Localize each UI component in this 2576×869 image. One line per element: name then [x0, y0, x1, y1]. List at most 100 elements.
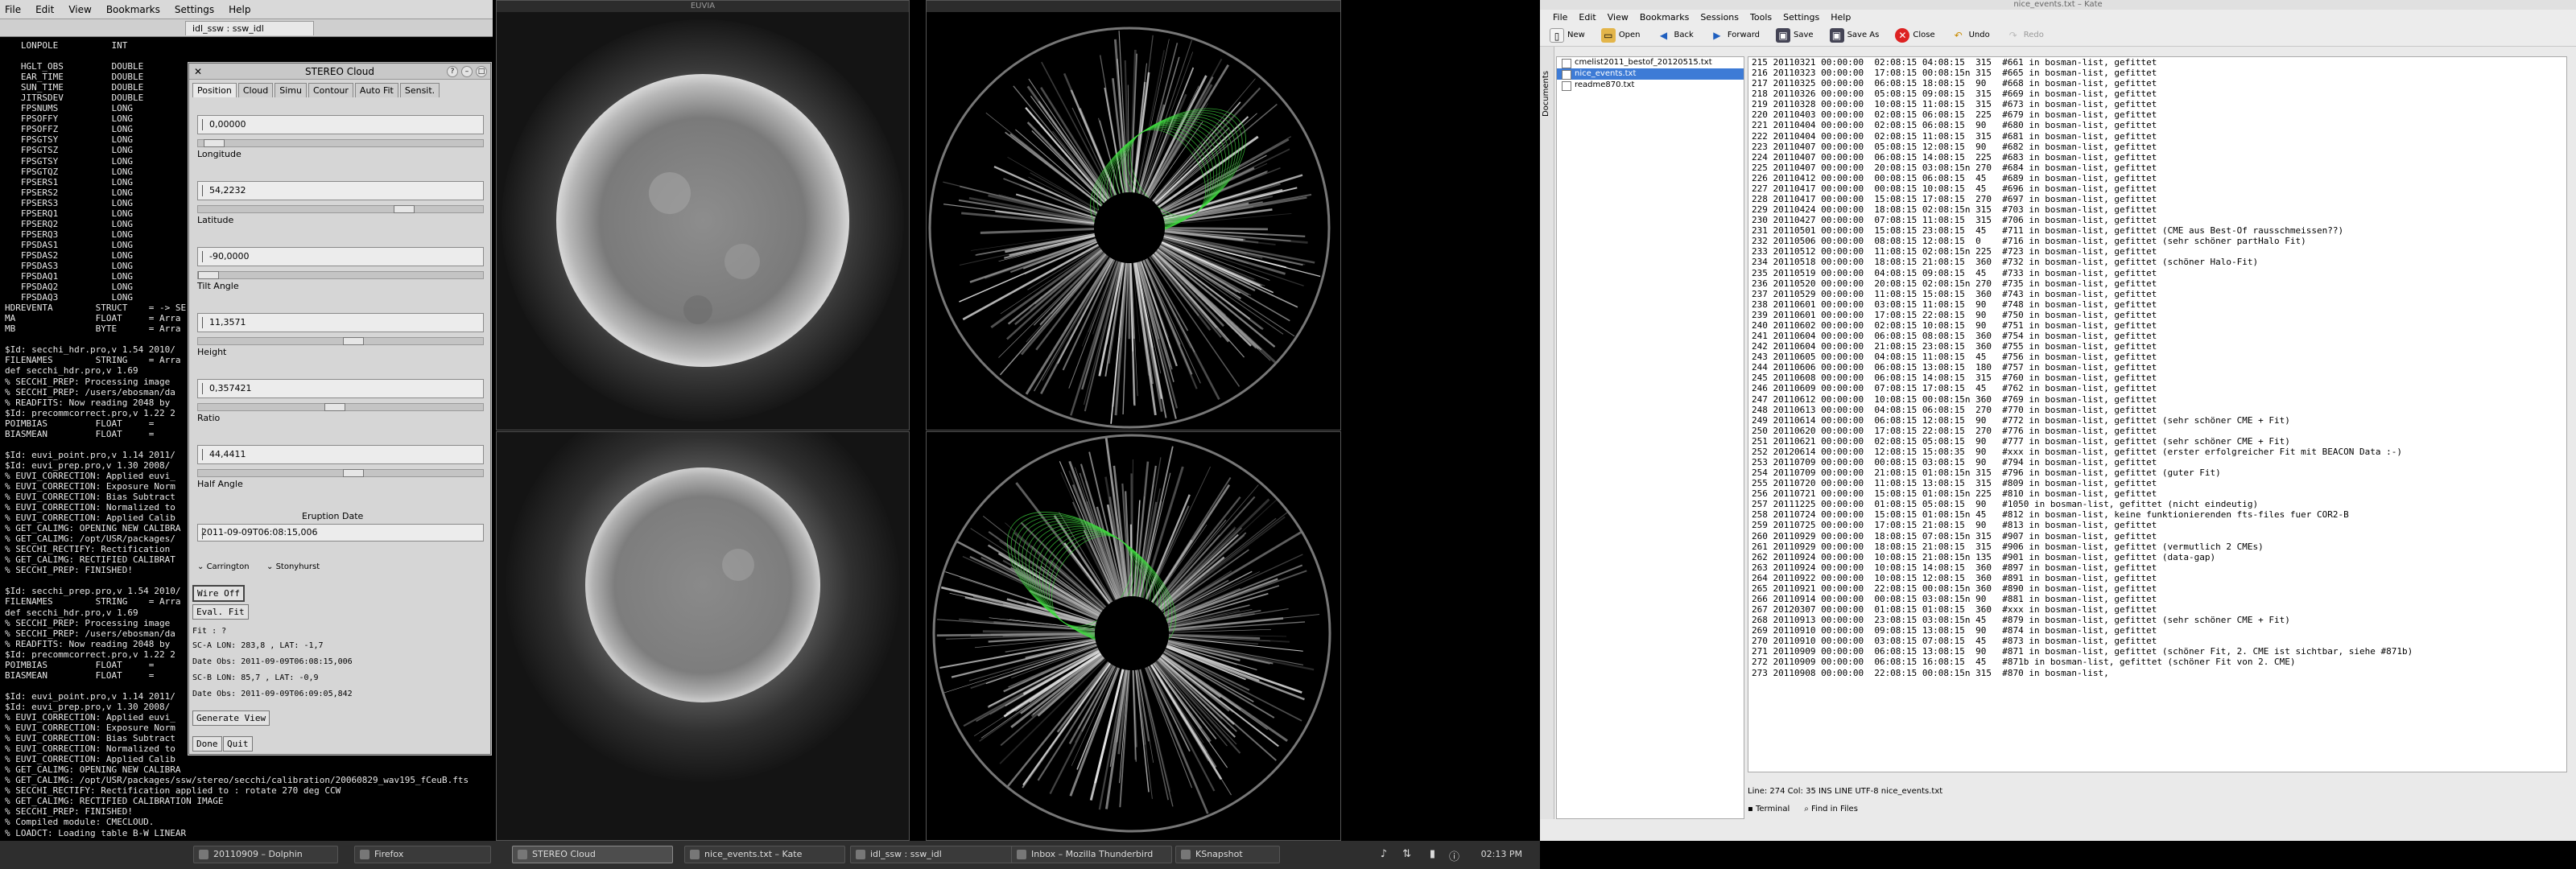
terminal-menu-edit[interactable]: Edit	[35, 4, 54, 15]
eval-fit-button[interactable]: Eval. Fit	[192, 604, 249, 620]
documents-sidebar-tab[interactable]: Documents	[1542, 71, 1550, 117]
editor-line[interactable]: 223 20110407 00:00:00 05:08:15 12:08:15 …	[1748, 142, 2566, 152]
slider-thumb[interactable]	[343, 469, 365, 477]
editor-line[interactable]: 239 20110601 00:00:00 17:08:15 22:08:15 …	[1748, 310, 2566, 320]
volume-icon[interactable]: ♪	[1381, 848, 1387, 860]
editor-line[interactable]: 262 20110924 00:00:00 10:08:15 21:08:15n…	[1748, 552, 2566, 562]
slider-thumb[interactable]	[324, 403, 346, 411]
minimize-icon[interactable]: –	[461, 66, 473, 77]
editor-line[interactable]: 258 20110724 00:00:00 15:08:15 01:08:15n…	[1748, 509, 2566, 520]
editor-line[interactable]: 252 20120614 00:00:00 12:08:15 15:08:35 …	[1748, 447, 2566, 457]
close-button[interactable]: ✕ Close	[1895, 27, 1935, 43]
param-slider[interactable]	[197, 139, 484, 147]
slider-thumb[interactable]	[343, 337, 365, 345]
terminal-menu-help[interactable]: Help	[229, 4, 250, 15]
editor-line[interactable]: 268 20110913 00:00:00 23:08:15 03:08:15n…	[1748, 615, 2566, 625]
editor-line[interactable]: 272 20110909 00:00:00 06:08:15 16:08:15 …	[1748, 657, 2566, 667]
document-item[interactable]: nice_events.txt	[1557, 68, 1744, 80]
eruption-date-input[interactable]: 2011-09-09T06:08:15,006	[197, 524, 484, 542]
editor-line[interactable]: 253 20110709 00:00:00 00:08:15 03:08:15 …	[1748, 457, 2566, 467]
editor-line[interactable]: 257 20111225 00:00:00 01:08:15 05:08:15 …	[1748, 499, 2566, 509]
kate-window[interactable]: nice_events.txt – Kate File Edit View Bo…	[1540, 0, 2576, 841]
editor-line[interactable]: 229 20110424 00:00:00 18:08:15 02:08:15n…	[1748, 204, 2566, 215]
text-editor[interactable]: 215 20110321 00:00:00 02:08:15 04:08:15 …	[1748, 56, 2567, 772]
window-menu-icon[interactable]: ✕	[192, 66, 204, 77]
document-list[interactable]: cmelist2011_bestof_20120515.txt nice_even…	[1556, 56, 1744, 819]
document-item[interactable]: cmelist2011_bestof_20120515.txt	[1557, 57, 1744, 68]
editor-line[interactable]: 225 20110407 00:00:00 20:08:15 03:08:15n…	[1748, 163, 2566, 173]
tab-auto-fit[interactable]: Auto Fit	[354, 83, 398, 97]
editor-line[interactable]: 264 20110922 00:00:00 10:08:15 12:08:15 …	[1748, 573, 2566, 583]
tab-contour[interactable]: Contour	[308, 83, 353, 97]
param-value-input[interactable]: 44,4411	[197, 445, 484, 464]
editor-line[interactable]: 246 20110609 00:00:00 07:08:15 17:08:15 …	[1748, 383, 2566, 393]
editor-line[interactable]: 236 20110520 00:00:00 20:08:15 02:08:15n…	[1748, 278, 2566, 289]
editor-line[interactable]: 245 20110608 00:00:00 06:08:15 14:08:15 …	[1748, 373, 2566, 383]
tab-cloud[interactable]: Cloud	[237, 83, 274, 97]
kate-menu-bookmarks[interactable]: Bookmarks	[1640, 12, 1689, 23]
taskbar-task[interactable]: KSnapshot	[1175, 846, 1280, 863]
terminal-menu-file[interactable]: File	[5, 4, 21, 15]
cor2-a-window[interactable]	[926, 0, 1341, 430]
editor-line[interactable]: 241 20110604 00:00:00 06:08:15 08:08:15 …	[1748, 331, 2566, 341]
back-button[interactable]: ◀ Back	[1657, 28, 1694, 43]
kate-menu-help[interactable]: Help	[1831, 12, 1851, 23]
editor-line[interactable]: 249 20110614 00:00:00 06:08:15 12:08:15 …	[1748, 415, 2566, 426]
taskbar-task[interactable]: STEREO Cloud	[512, 846, 673, 863]
taskbar-task[interactable]: nice_events.txt – Kate	[684, 846, 845, 863]
open-button[interactable]: ▭ Open	[1600, 27, 1641, 43]
tab-simu[interactable]: Simu	[275, 83, 307, 97]
new-button[interactable]: ▯ New	[1550, 27, 1585, 43]
forward-button[interactable]: ▶ Forward	[1710, 28, 1760, 43]
terminal-menu-view[interactable]: View	[68, 4, 91, 15]
editor-line[interactable]: 255 20110720 00:00:00 11:08:15 13:08:15 …	[1748, 478, 2566, 488]
done-button[interactable]: Done	[192, 736, 222, 752]
taskbar-task[interactable]: idl_ssw : ssw_idl	[850, 846, 1019, 863]
editor-line[interactable]: 251 20110621 00:00:00 02:08:15 05:08:15 …	[1748, 436, 2566, 447]
editor-line[interactable]: 221 20110404 00:00:00 02:08:15 06:08:15 …	[1748, 120, 2566, 130]
editor-line[interactable]: 244 20110606 00:00:00 06:08:15 13:08:15 …	[1748, 362, 2566, 373]
dialog-titlebar[interactable]: ✕ STEREO Cloud ? – □	[189, 64, 490, 80]
stereo-cloud-dialog[interactable]: ✕ STEREO Cloud ? – □ Position Cloud Simu…	[188, 63, 491, 755]
editor-line[interactable]: 261 20110929 00:00:00 18:08:15 21:08:15 …	[1748, 542, 2566, 552]
param-value-input[interactable]: 0,00000	[197, 115, 484, 134]
help-icon[interactable]: ?	[447, 66, 458, 77]
editor-line[interactable]: 263 20110924 00:00:00 10:08:15 14:08:15 …	[1748, 562, 2566, 573]
param-slider[interactable]	[197, 403, 484, 411]
param-value-input[interactable]: 11,3571	[197, 313, 484, 332]
terminal-tool-tab[interactable]: ▪ Terminal	[1748, 805, 1790, 813]
cor2-a-image[interactable]	[927, 12, 1340, 430]
kate-menu-tools[interactable]: Tools	[1750, 12, 1772, 23]
param-slider[interactable]	[197, 205, 484, 213]
redo-button[interactable]: ↷ Redo	[2006, 28, 2044, 43]
editor-line[interactable]: 228 20110417 00:00:00 15:08:15 17:08:15 …	[1748, 194, 2566, 204]
network-icon[interactable]: ⇅	[1402, 848, 1411, 860]
cor2-b-window[interactable]	[926, 431, 1341, 841]
editor-line[interactable]: 242 20110604 00:00:00 21:08:15 23:08:15 …	[1748, 341, 2566, 352]
save-as-button[interactable]: ▣ Save As	[1829, 27, 1879, 43]
clock[interactable]: 02:13 PM	[1481, 849, 1522, 859]
generate-view-button[interactable]: Generate View	[192, 710, 270, 726]
param-value-input[interactable]: 54,2232	[197, 181, 484, 200]
kate-menu-sessions[interactable]: Sessions	[1700, 12, 1739, 23]
wire-off-button[interactable]: Wire Off	[192, 585, 245, 602]
editor-line[interactable]: 224 20110407 00:00:00 06:08:15 14:08:15 …	[1748, 152, 2566, 163]
slider-thumb[interactable]	[203, 139, 225, 147]
find-in-files-tool-tab[interactable]: ⌕ Find in Files	[1804, 805, 1858, 813]
notification-icon[interactable]: ⓘ	[1449, 848, 1459, 863]
editor-line[interactable]: 271 20110909 00:00:00 06:08:15 13:08:15 …	[1748, 646, 2566, 657]
param-value-input[interactable]: -90,0000	[197, 247, 484, 266]
param-slider[interactable]	[197, 469, 484, 477]
kate-menu-file[interactable]: File	[1553, 12, 1567, 23]
euvi-b-window[interactable]	[496, 431, 910, 841]
terminal-menu-bookmarks[interactable]: Bookmarks	[106, 4, 160, 15]
editor-line[interactable]: 218 20110326 00:00:00 05:08:15 09:08:15 …	[1748, 89, 2566, 99]
euvi-a-image[interactable]	[497, 12, 909, 430]
param-value-input[interactable]: 0,357421	[197, 379, 484, 398]
slider-thumb[interactable]	[393, 205, 415, 213]
editor-line[interactable]: 259 20110725 00:00:00 17:08:15 21:08:15 …	[1748, 520, 2566, 530]
param-slider[interactable]	[197, 337, 484, 345]
terminal-menu-settings[interactable]: Settings	[175, 4, 214, 15]
radio-carrington[interactable]: ⌄ Carrington	[197, 562, 250, 571]
editor-line[interactable]: 216 20110323 00:00:00 17:08:15 00:08:15n…	[1748, 68, 2566, 78]
